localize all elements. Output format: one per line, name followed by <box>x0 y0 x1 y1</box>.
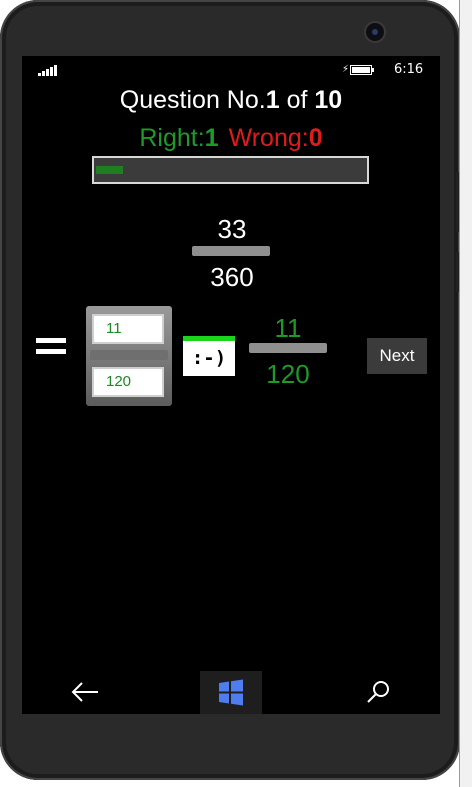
simplified-fraction-bar <box>249 343 327 353</box>
nav-bar <box>22 671 440 714</box>
back-arrow-icon[interactable] <box>70 681 100 703</box>
phone-screen: ⚡ 6:16 Question No.1 of 10 Right:1 Wrong:… <box>22 56 440 714</box>
problem-numerator: 33 <box>217 214 247 244</box>
wrong-label: Wrong: <box>228 124 309 152</box>
problem-fraction-bar <box>192 246 270 256</box>
simplified-numerator: 11 <box>274 313 302 343</box>
progress-fill <box>96 166 123 174</box>
right-label: Right: <box>139 124 205 152</box>
feedback-smiley: :-) <box>183 336 235 376</box>
next-button[interactable]: Next <box>367 338 427 374</box>
background-window-edge <box>459 0 472 787</box>
denominator-input[interactable]: 120 <box>92 367 164 397</box>
picker-fraction-bar <box>90 350 168 360</box>
wrong-value: 0 <box>308 124 323 152</box>
front-camera <box>366 23 384 41</box>
signal-strength-icon <box>38 64 60 76</box>
question-of: of <box>286 86 308 114</box>
problem-denominator: 360 <box>210 262 254 292</box>
question-total: 10 <box>314 86 343 114</box>
windows-logo-icon[interactable] <box>200 671 262 714</box>
phone-frame: ⚡ 6:16 Question No.1 of 10 Right:1 Wrong:… <box>0 0 460 780</box>
status-time: 6:16 <box>394 62 424 77</box>
question-current: 1 <box>265 86 280 114</box>
wrong-score: Wrong:0 <box>229 124 323 152</box>
answer-picker: 11 120 <box>86 306 172 406</box>
battery-charging-icon: ⚡ <box>342 65 374 75</box>
search-icon[interactable] <box>364 680 392 704</box>
numerator-input[interactable]: 11 <box>92 314 164 344</box>
question-prefix: Question No. <box>119 86 266 114</box>
right-score: Right:1 <box>139 124 218 152</box>
equals-sign <box>36 338 70 354</box>
question-counter: Question No.1 of 10 <box>22 86 440 115</box>
quiz-progress-bar <box>92 156 369 184</box>
status-bar: ⚡ 6:16 <box>22 56 440 84</box>
right-value: 1 <box>204 124 219 152</box>
score-line: Right:1 Wrong:0 <box>22 124 440 153</box>
simplified-denominator: 120 <box>266 359 310 389</box>
